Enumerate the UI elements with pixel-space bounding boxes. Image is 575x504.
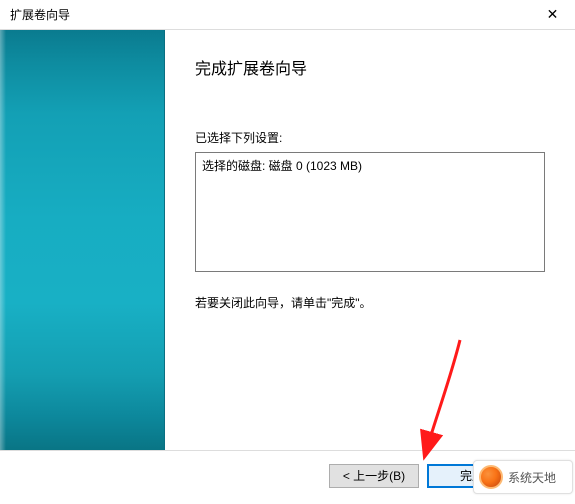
page-title: 完成扩展卷向导	[195, 55, 545, 79]
close-icon: ✕	[547, 6, 559, 23]
wizard-side-graphic	[0, 30, 165, 450]
wizard-content: 完成扩展卷向导 已选择下列设置: 选择的磁盘: 磁盘 0 (1023 MB) 若…	[0, 30, 575, 450]
title-bar: 扩展卷向导 ✕	[0, 0, 575, 30]
watermark-text: 系统天地	[508, 469, 556, 486]
watermark-logo-icon	[479, 465, 503, 489]
finish-hint: 若要关闭此向导，请单击"完成"。	[195, 294, 545, 311]
selected-settings-label: 已选择下列设置:	[195, 129, 545, 146]
back-button[interactable]: < 上一步(B)	[329, 464, 419, 488]
list-item: 选择的磁盘: 磁盘 0 (1023 MB)	[202, 157, 538, 175]
watermark-badge: 系统天地	[473, 460, 573, 494]
close-button[interactable]: ✕	[530, 0, 575, 30]
window-title: 扩展卷向导	[10, 6, 70, 23]
wizard-main-panel: 完成扩展卷向导 已选择下列设置: 选择的磁盘: 磁盘 0 (1023 MB) 若…	[165, 30, 575, 450]
back-button-label: < 上一步(B)	[343, 467, 405, 484]
settings-listbox[interactable]: 选择的磁盘: 磁盘 0 (1023 MB)	[195, 152, 545, 272]
